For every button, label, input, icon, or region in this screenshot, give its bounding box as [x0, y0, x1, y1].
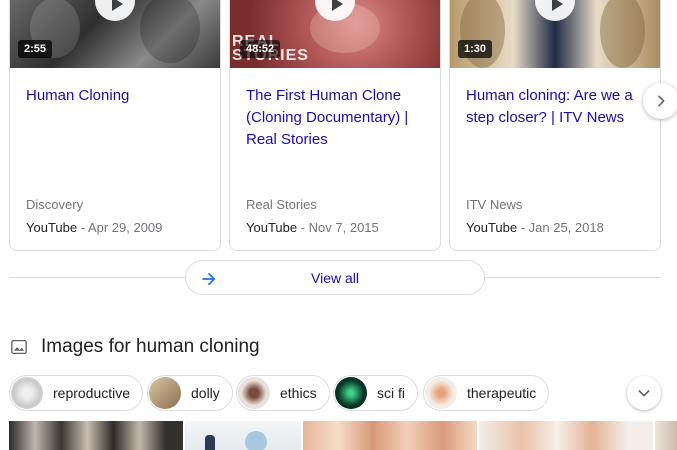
images-section-header: Images for human cloning — [10, 334, 260, 360]
meta-separator: - — [297, 220, 309, 235]
video-channel: ITV News — [466, 197, 523, 212]
image-chip-sci-fi[interactable]: sci fi — [333, 375, 418, 411]
video-duration: 1:30 — [458, 40, 493, 58]
view-all-label: View all — [311, 269, 359, 286]
video-channel: Discovery — [26, 197, 84, 212]
meta-separator: - — [517, 220, 529, 235]
chip-thumbnail — [11, 377, 43, 409]
chevron-right-icon — [658, 95, 665, 107]
video-meta: YouTube - Apr 29, 2009 — [26, 220, 162, 235]
image-figure — [245, 431, 267, 450]
video-channel: Real Stories — [246, 197, 317, 212]
video-source: YouTube — [466, 220, 518, 235]
video-date: Nov 7, 2015 — [308, 220, 379, 235]
video-source: YouTube — [26, 220, 78, 235]
chevron-down-icon — [638, 390, 650, 397]
image-result[interactable] — [479, 421, 653, 450]
carousel-next-button[interactable] — [643, 83, 677, 119]
video-source: YouTube — [246, 220, 298, 235]
video-carousel: 2:55 Human Cloning Discovery YouTube - A… — [0, 0, 677, 252]
divider — [9, 277, 185, 278]
image-chip-ethics[interactable]: ethics — [236, 375, 330, 411]
video-date: Apr 29, 2009 — [87, 220, 163, 235]
image-chip-dolly[interactable]: dolly — [147, 375, 233, 411]
video-thumbnail[interactable]: REAL STORIES 48:52 — [230, 0, 440, 68]
meta-separator: - — [77, 220, 88, 235]
video-duration: 48:52 — [240, 40, 281, 58]
chip-label: therapeutic — [467, 385, 537, 401]
video-card[interactable]: 2:55 Human Cloning Discovery YouTube - A… — [9, 0, 221, 251]
video-duration: 2:55 — [18, 40, 53, 58]
chip-label: ethics — [280, 385, 317, 401]
chip-thumbnail — [149, 377, 181, 409]
divider — [485, 277, 661, 278]
images-section-title[interactable]: Images for human cloning — [41, 336, 260, 358]
video-card[interactable]: REAL STORIES 48:52 The First Human Clone… — [229, 0, 441, 251]
chip-thumbnail — [238, 377, 270, 409]
image-result[interactable] — [303, 421, 477, 450]
image-icon — [11, 339, 27, 355]
chip-label: dolly — [191, 385, 220, 401]
chip-label: reproductive — [53, 385, 131, 401]
chip-thumbnail — [425, 377, 457, 409]
image-figure — [205, 435, 215, 450]
view-all-button[interactable]: View all — [185, 260, 485, 295]
video-thumbnail[interactable]: 1:30 — [450, 0, 660, 68]
video-thumbnail[interactable]: 2:55 — [10, 0, 220, 68]
video-date: Jan 25, 2018 — [528, 220, 604, 235]
image-result[interactable] — [655, 421, 677, 450]
video-title[interactable]: Human cloning: Are we a step closer? | I… — [466, 85, 652, 129]
arrow-right-icon — [202, 272, 216, 286]
chip-thumbnail — [335, 377, 367, 409]
video-title[interactable]: Human Cloning — [26, 85, 212, 107]
image-chip-reproductive[interactable]: reproductive — [9, 375, 144, 411]
video-meta: YouTube - Nov 7, 2015 — [246, 220, 379, 235]
chips-more-button[interactable] — [627, 376, 661, 410]
video-meta: YouTube - Jan 25, 2018 — [466, 220, 604, 235]
image-chip-therapeutic[interactable]: therapeutic — [423, 375, 550, 411]
video-card[interactable]: 1:30 Human cloning: Are we a step closer… — [449, 0, 661, 251]
video-title[interactable]: The First Human Clone (Cloning Documenta… — [246, 85, 432, 151]
chip-label: sci fi — [377, 385, 405, 401]
image-result[interactable] — [185, 421, 301, 450]
image-result[interactable] — [9, 421, 183, 450]
